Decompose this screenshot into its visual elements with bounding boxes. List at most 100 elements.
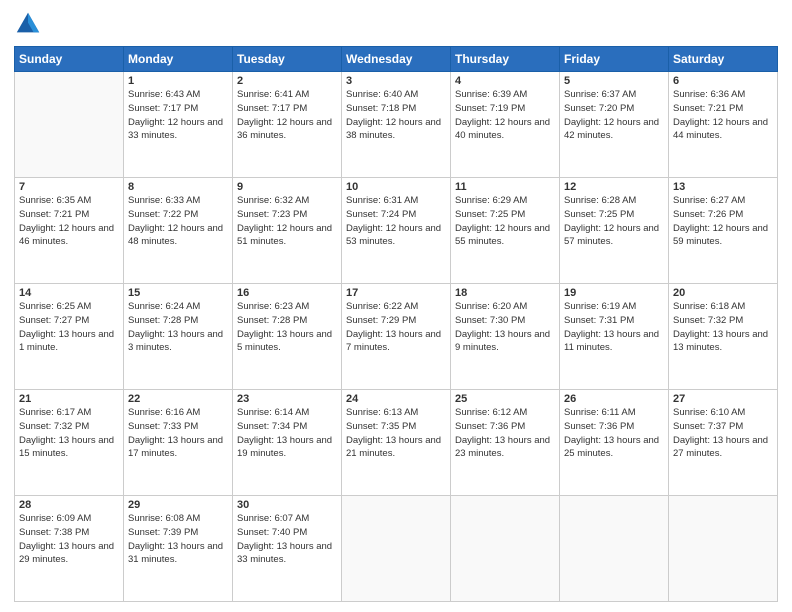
day-cell: 14Sunrise: 6:25 AMSunset: 7:27 PMDayligh… (15, 284, 124, 390)
sunrise-text: Sunrise: 6:41 AM (237, 88, 337, 102)
sunset-text: Sunset: 7:28 PM (128, 314, 228, 328)
day-number: 10 (346, 181, 446, 193)
sunrise-text: Sunrise: 6:32 AM (237, 194, 337, 208)
sunset-text: Sunset: 7:36 PM (455, 420, 555, 434)
weekday-header-row: SundayMondayTuesdayWednesdayThursdayFrid… (15, 47, 778, 72)
day-number: 30 (237, 499, 337, 511)
sunrise-text: Sunrise: 6:18 AM (673, 300, 773, 314)
daylight-text: Daylight: 12 hours and 51 minutes. (237, 222, 337, 250)
calendar-table: SundayMondayTuesdayWednesdayThursdayFrid… (14, 46, 778, 602)
calendar-body: 1Sunrise: 6:43 AMSunset: 7:17 PMDaylight… (15, 72, 778, 602)
sunset-text: Sunset: 7:35 PM (346, 420, 446, 434)
daylight-text: Daylight: 13 hours and 23 minutes. (455, 434, 555, 462)
sunset-text: Sunset: 7:22 PM (128, 208, 228, 222)
daylight-text: Daylight: 13 hours and 19 minutes. (237, 434, 337, 462)
daylight-text: Daylight: 12 hours and 36 minutes. (237, 116, 337, 144)
day-cell: 26Sunrise: 6:11 AMSunset: 7:36 PMDayligh… (560, 390, 669, 496)
sunset-text: Sunset: 7:19 PM (455, 102, 555, 116)
daylight-text: Daylight: 13 hours and 33 minutes. (237, 540, 337, 568)
sunset-text: Sunset: 7:31 PM (564, 314, 664, 328)
day-number: 1 (128, 75, 228, 87)
day-cell: 13Sunrise: 6:27 AMSunset: 7:26 PMDayligh… (669, 178, 778, 284)
sunrise-text: Sunrise: 6:24 AM (128, 300, 228, 314)
weekday-header-friday: Friday (560, 47, 669, 72)
day-cell (451, 496, 560, 602)
sunset-text: Sunset: 7:34 PM (237, 420, 337, 434)
sunrise-text: Sunrise: 6:37 AM (564, 88, 664, 102)
day-cell: 12Sunrise: 6:28 AMSunset: 7:25 PMDayligh… (560, 178, 669, 284)
day-info: Sunrise: 6:27 AMSunset: 7:26 PMDaylight:… (673, 194, 773, 249)
day-info: Sunrise: 6:10 AMSunset: 7:37 PMDaylight:… (673, 406, 773, 461)
day-cell: 27Sunrise: 6:10 AMSunset: 7:37 PMDayligh… (669, 390, 778, 496)
logo (14, 10, 46, 38)
day-info: Sunrise: 6:09 AMSunset: 7:38 PMDaylight:… (19, 512, 119, 567)
daylight-text: Daylight: 13 hours and 11 minutes. (564, 328, 664, 356)
day-number: 20 (673, 287, 773, 299)
day-number: 19 (564, 287, 664, 299)
sunset-text: Sunset: 7:39 PM (128, 526, 228, 540)
day-number: 25 (455, 393, 555, 405)
day-number: 2 (237, 75, 337, 87)
day-cell: 8Sunrise: 6:33 AMSunset: 7:22 PMDaylight… (124, 178, 233, 284)
sunrise-text: Sunrise: 6:22 AM (346, 300, 446, 314)
day-number: 17 (346, 287, 446, 299)
day-number: 7 (19, 181, 119, 193)
daylight-text: Daylight: 13 hours and 21 minutes. (346, 434, 446, 462)
day-info: Sunrise: 6:29 AMSunset: 7:25 PMDaylight:… (455, 194, 555, 249)
day-number: 28 (19, 499, 119, 511)
sunset-text: Sunset: 7:25 PM (455, 208, 555, 222)
day-cell: 3Sunrise: 6:40 AMSunset: 7:18 PMDaylight… (342, 72, 451, 178)
sunset-text: Sunset: 7:38 PM (19, 526, 119, 540)
day-number: 26 (564, 393, 664, 405)
sunset-text: Sunset: 7:17 PM (128, 102, 228, 116)
day-info: Sunrise: 6:16 AMSunset: 7:33 PMDaylight:… (128, 406, 228, 461)
weekday-header-monday: Monday (124, 47, 233, 72)
day-info: Sunrise: 6:25 AMSunset: 7:27 PMDaylight:… (19, 300, 119, 355)
calendar-header: SundayMondayTuesdayWednesdayThursdayFrid… (15, 47, 778, 72)
day-info: Sunrise: 6:24 AMSunset: 7:28 PMDaylight:… (128, 300, 228, 355)
day-number: 3 (346, 75, 446, 87)
daylight-text: Daylight: 13 hours and 15 minutes. (19, 434, 119, 462)
week-row-1: 1Sunrise: 6:43 AMSunset: 7:17 PMDaylight… (15, 72, 778, 178)
sunrise-text: Sunrise: 6:28 AM (564, 194, 664, 208)
weekday-header-wednesday: Wednesday (342, 47, 451, 72)
day-number: 24 (346, 393, 446, 405)
day-number: 9 (237, 181, 337, 193)
day-info: Sunrise: 6:08 AMSunset: 7:39 PMDaylight:… (128, 512, 228, 567)
day-info: Sunrise: 6:20 AMSunset: 7:30 PMDaylight:… (455, 300, 555, 355)
sunset-text: Sunset: 7:33 PM (128, 420, 228, 434)
day-info: Sunrise: 6:18 AMSunset: 7:32 PMDaylight:… (673, 300, 773, 355)
daylight-text: Daylight: 13 hours and 25 minutes. (564, 434, 664, 462)
day-cell: 9Sunrise: 6:32 AMSunset: 7:23 PMDaylight… (233, 178, 342, 284)
weekday-header-sunday: Sunday (15, 47, 124, 72)
sunrise-text: Sunrise: 6:36 AM (673, 88, 773, 102)
day-number: 14 (19, 287, 119, 299)
sunset-text: Sunset: 7:24 PM (346, 208, 446, 222)
day-info: Sunrise: 6:40 AMSunset: 7:18 PMDaylight:… (346, 88, 446, 143)
day-cell: 25Sunrise: 6:12 AMSunset: 7:36 PMDayligh… (451, 390, 560, 496)
day-cell: 4Sunrise: 6:39 AMSunset: 7:19 PMDaylight… (451, 72, 560, 178)
sunrise-text: Sunrise: 6:19 AM (564, 300, 664, 314)
sunrise-text: Sunrise: 6:16 AM (128, 406, 228, 420)
day-info: Sunrise: 6:31 AMSunset: 7:24 PMDaylight:… (346, 194, 446, 249)
week-row-2: 7Sunrise: 6:35 AMSunset: 7:21 PMDaylight… (15, 178, 778, 284)
daylight-text: Daylight: 13 hours and 31 minutes. (128, 540, 228, 568)
sunrise-text: Sunrise: 6:29 AM (455, 194, 555, 208)
daylight-text: Daylight: 13 hours and 9 minutes. (455, 328, 555, 356)
day-cell: 19Sunrise: 6:19 AMSunset: 7:31 PMDayligh… (560, 284, 669, 390)
day-info: Sunrise: 6:33 AMSunset: 7:22 PMDaylight:… (128, 194, 228, 249)
daylight-text: Daylight: 13 hours and 1 minute. (19, 328, 119, 356)
day-number: 11 (455, 181, 555, 193)
day-cell: 5Sunrise: 6:37 AMSunset: 7:20 PMDaylight… (560, 72, 669, 178)
sunrise-text: Sunrise: 6:07 AM (237, 512, 337, 526)
day-cell: 15Sunrise: 6:24 AMSunset: 7:28 PMDayligh… (124, 284, 233, 390)
sunrise-text: Sunrise: 6:10 AM (673, 406, 773, 420)
sunrise-text: Sunrise: 6:08 AM (128, 512, 228, 526)
day-info: Sunrise: 6:11 AMSunset: 7:36 PMDaylight:… (564, 406, 664, 461)
weekday-header-thursday: Thursday (451, 47, 560, 72)
day-cell: 21Sunrise: 6:17 AMSunset: 7:32 PMDayligh… (15, 390, 124, 496)
sunset-text: Sunset: 7:32 PM (19, 420, 119, 434)
sunrise-text: Sunrise: 6:20 AM (455, 300, 555, 314)
sunset-text: Sunset: 7:27 PM (19, 314, 119, 328)
sunrise-text: Sunrise: 6:40 AM (346, 88, 446, 102)
